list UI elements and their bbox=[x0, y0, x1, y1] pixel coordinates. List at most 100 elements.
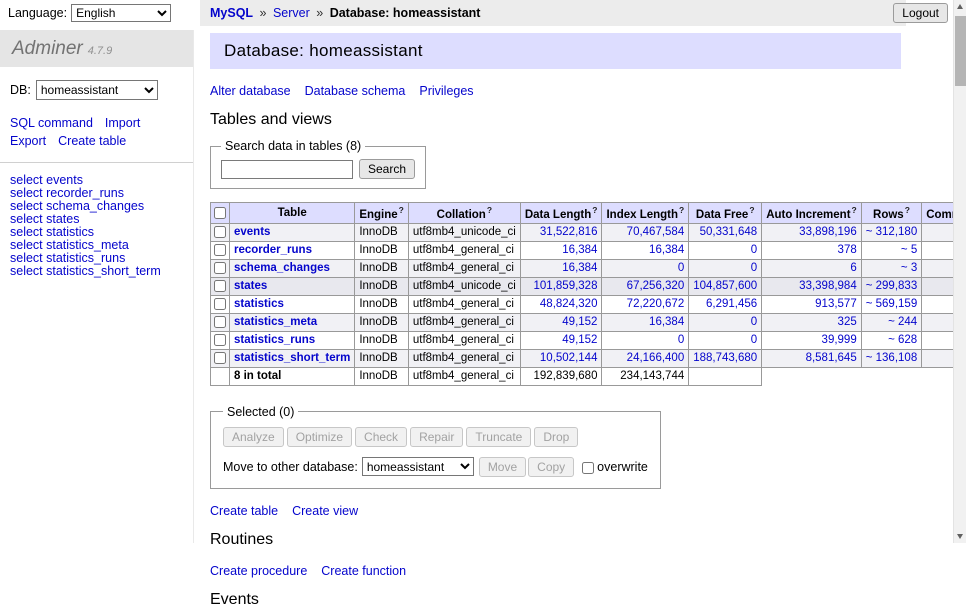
auto-increment-link[interactable]: 913,577 bbox=[815, 298, 857, 310]
data-free-link[interactable]: 104,857,600 bbox=[693, 280, 757, 292]
auto-increment-link[interactable]: 325 bbox=[838, 316, 857, 328]
select-all-checkbox[interactable] bbox=[214, 207, 226, 219]
rows-link[interactable]: ~ 299,833 bbox=[866, 280, 917, 292]
auto-increment-link[interactable]: 33,398,984 bbox=[799, 280, 857, 292]
data-free-link[interactable]: 188,743,680 bbox=[693, 352, 757, 364]
help-icon[interactable]: ? bbox=[679, 205, 684, 215]
row-checkbox[interactable] bbox=[214, 352, 226, 364]
sidebar-action-link[interactable]: Import bbox=[105, 114, 140, 132]
breadcrumb-link[interactable]: MySQL bbox=[210, 6, 253, 20]
auto-increment-link[interactable]: 6 bbox=[850, 262, 856, 274]
row-checkbox[interactable] bbox=[214, 316, 226, 328]
table-name-link[interactable]: events bbox=[234, 226, 270, 238]
data-length-link[interactable]: 48,824,320 bbox=[540, 298, 598, 310]
search-input[interactable] bbox=[221, 160, 353, 179]
scrollbar-up-arrow-icon[interactable] bbox=[954, 0, 966, 14]
index-length-link[interactable]: 16,384 bbox=[649, 244, 684, 256]
data-free-link[interactable]: 0 bbox=[751, 262, 757, 274]
row-checkbox[interactable] bbox=[214, 226, 226, 238]
sidebar-action-link[interactable]: SQL command bbox=[10, 114, 93, 132]
overwrite-checkbox[interactable] bbox=[582, 462, 594, 474]
row-checkbox[interactable] bbox=[214, 298, 226, 310]
rows-link[interactable]: ~ 3 bbox=[901, 262, 917, 274]
bulk-action-button[interactable]: Optimize bbox=[287, 427, 352, 447]
table-name-link[interactable]: statistics_meta bbox=[234, 316, 317, 328]
data-length-link[interactable]: 49,152 bbox=[562, 334, 597, 346]
index-length-link[interactable]: 24,166,400 bbox=[627, 352, 685, 364]
auto-increment-link[interactable]: 8,581,645 bbox=[806, 352, 857, 364]
table-name-link[interactable]: statistics_runs bbox=[234, 334, 315, 346]
row-checkbox[interactable] bbox=[214, 280, 226, 292]
bulk-action-button[interactable]: Drop bbox=[534, 427, 578, 447]
index-length-link[interactable]: 70,467,584 bbox=[627, 226, 685, 238]
index-length-link[interactable]: 0 bbox=[678, 334, 684, 346]
help-icon[interactable]: ? bbox=[487, 205, 492, 215]
auto-increment-link[interactable]: 33,898,196 bbox=[799, 226, 857, 238]
routine-link[interactable]: Create function bbox=[321, 564, 406, 578]
rows-link[interactable]: ~ 136,108 bbox=[866, 352, 917, 364]
row-checkbox[interactable] bbox=[214, 244, 226, 256]
index-length-link[interactable]: 0 bbox=[678, 262, 684, 274]
table-name-link[interactable]: statistics_short_term bbox=[234, 352, 350, 364]
move-db-select[interactable]: homeassistant bbox=[362, 457, 474, 476]
data-length-link[interactable]: 31,522,816 bbox=[540, 226, 598, 238]
rows-link[interactable]: ~ 628 bbox=[888, 334, 917, 346]
bulk-action-button[interactable]: Repair bbox=[410, 427, 463, 447]
copy-button[interactable]: Copy bbox=[528, 457, 574, 477]
bulk-action-button[interactable]: Check bbox=[355, 427, 407, 447]
create-link[interactable]: Create view bbox=[292, 504, 358, 518]
db-action-link[interactable]: Database schema bbox=[305, 84, 406, 98]
help-icon[interactable]: ? bbox=[905, 205, 910, 215]
scrollbar[interactable] bbox=[953, 0, 966, 543]
language-select[interactable]: English bbox=[71, 4, 171, 22]
app-name[interactable]: Adminer bbox=[12, 38, 83, 59]
rows-link[interactable]: ~ 569,159 bbox=[866, 298, 917, 310]
data-length-link[interactable]: 16,384 bbox=[562, 244, 597, 256]
table-name-cell: events bbox=[230, 223, 355, 241]
row-checkbox[interactable] bbox=[214, 334, 226, 346]
help-icon[interactable]: ? bbox=[592, 205, 597, 215]
table-name-link[interactable]: statistics bbox=[234, 298, 284, 310]
auto-increment-link[interactable]: 39,999 bbox=[822, 334, 857, 346]
data-length-link[interactable]: 101,859,328 bbox=[534, 280, 598, 292]
bulk-action-button[interactable]: Truncate bbox=[466, 427, 531, 447]
db-action-link[interactable]: Alter database bbox=[210, 84, 291, 98]
data-length-link[interactable]: 10,502,144 bbox=[540, 352, 598, 364]
data-free-link[interactable]: 0 bbox=[751, 244, 757, 256]
sidebar-action-link[interactable]: Export bbox=[10, 132, 46, 150]
index-length-link[interactable]: 67,256,320 bbox=[627, 280, 685, 292]
rows-link[interactable]: ~ 312,180 bbox=[866, 226, 917, 238]
data-free-link[interactable]: 0 bbox=[751, 334, 757, 346]
table-name-link[interactable]: states bbox=[234, 280, 267, 292]
auto-increment-link[interactable]: 378 bbox=[838, 244, 857, 256]
rows-link[interactable]: ~ 5 bbox=[901, 244, 917, 256]
data-length-link[interactable]: 16,384 bbox=[562, 262, 597, 274]
move-button[interactable]: Move bbox=[479, 457, 526, 477]
routine-link[interactable]: Create procedure bbox=[210, 564, 307, 578]
sidebar-action-link[interactable]: Create table bbox=[58, 132, 126, 150]
table-name-link[interactable]: recorder_runs bbox=[234, 244, 312, 256]
scrollbar-thumb[interactable] bbox=[955, 16, 966, 86]
logout-button[interactable]: Logout bbox=[893, 3, 948, 23]
index-length-link[interactable]: 16,384 bbox=[649, 316, 684, 328]
create-link[interactable]: Create table bbox=[210, 504, 278, 518]
search-button[interactable]: Search bbox=[359, 159, 415, 179]
data-length-cell: 16,384 bbox=[520, 241, 602, 259]
db-select[interactable]: homeassistant bbox=[36, 80, 158, 100]
bulk-action-button[interactable]: Analyze bbox=[223, 427, 284, 447]
scrollbar-down-arrow-icon[interactable] bbox=[954, 529, 966, 543]
rows-link[interactable]: ~ 244 bbox=[888, 316, 917, 328]
help-icon[interactable]: ? bbox=[399, 205, 404, 215]
data-free-link[interactable]: 6,291,456 bbox=[706, 298, 757, 310]
data-free-link[interactable]: 50,331,648 bbox=[700, 226, 758, 238]
table-name-link[interactable]: schema_changes bbox=[234, 262, 330, 274]
sidebar-table-link[interactable]: select statistics_short_term bbox=[10, 265, 183, 278]
help-icon[interactable]: ? bbox=[749, 205, 754, 215]
data-free-link[interactable]: 0 bbox=[751, 316, 757, 328]
index-length-link[interactable]: 72,220,672 bbox=[627, 298, 685, 310]
breadcrumb-link[interactable]: Server bbox=[273, 6, 310, 20]
help-icon[interactable]: ? bbox=[852, 205, 857, 215]
row-checkbox[interactable] bbox=[214, 262, 226, 274]
db-action-link[interactable]: Privileges bbox=[419, 84, 473, 98]
data-length-link[interactable]: 49,152 bbox=[562, 316, 597, 328]
